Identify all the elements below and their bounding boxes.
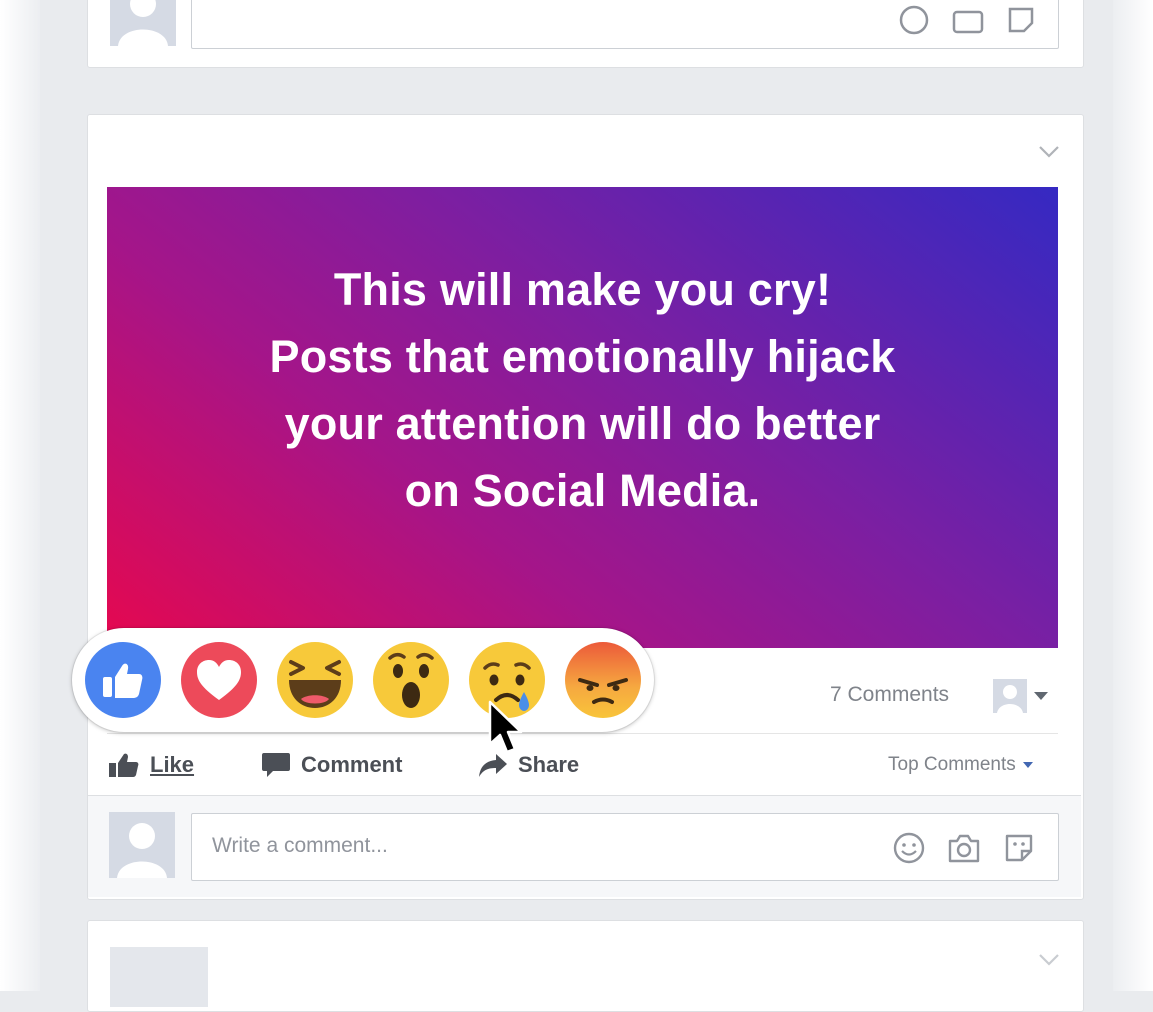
- reaction-wow[interactable]: [373, 642, 449, 718]
- smiley-icon[interactable]: [898, 4, 930, 41]
- laughing-face-icon: [277, 642, 353, 718]
- reactions-bar: [72, 628, 654, 732]
- comment-icon: [262, 753, 290, 777]
- thumbs-up-icon: [109, 753, 139, 777]
- mouse-cursor-icon: [487, 700, 523, 761]
- like-button[interactable]: Like: [108, 751, 194, 779]
- divider: [107, 733, 1058, 734]
- post-options-chevron-icon[interactable]: [1038, 145, 1060, 164]
- avatar: [110, 0, 176, 46]
- surprised-face-icon: [373, 642, 449, 718]
- comment-button[interactable]: Comment: [261, 751, 402, 779]
- reaction-angry[interactable]: [565, 642, 641, 718]
- caret-down-icon[interactable]: [1033, 688, 1049, 706]
- camera-icon[interactable]: [947, 832, 981, 869]
- comments-count[interactable]: 7 Comments: [830, 683, 949, 707]
- sticker-icon[interactable]: [1006, 5, 1036, 40]
- top-comments-filter[interactable]: Top Comments: [888, 754, 1033, 776]
- comment-placeholder: Write a comment...: [212, 834, 388, 857]
- previous-post-card: [87, 0, 1084, 68]
- smiley-icon[interactable]: [892, 831, 926, 870]
- page-right-edge: [1113, 0, 1153, 991]
- post-options-chevron-icon[interactable]: [1038, 953, 1060, 972]
- camera-icon[interactable]: [952, 6, 984, 39]
- comment-label: Comment: [301, 752, 403, 777]
- viewer-avatar[interactable]: [993, 679, 1027, 713]
- top-comments-label: Top Comments: [888, 754, 1016, 775]
- avatar: [110, 947, 208, 1007]
- reaction-haha[interactable]: [277, 642, 353, 718]
- banner-line-1: This will make you cry!: [333, 264, 832, 315]
- comment-input[interactable]: Write a comment...: [191, 813, 1059, 881]
- banner-line-4: on Social Media.: [404, 465, 761, 516]
- banner-line-2: Posts that emotionally hijack: [269, 331, 896, 382]
- reaction-love[interactable]: [181, 642, 257, 718]
- angry-face-icon: [565, 642, 641, 718]
- user-avatar[interactable]: [109, 812, 175, 878]
- sticker-icon[interactable]: [1002, 831, 1036, 870]
- previous-comment-input[interactable]: [191, 0, 1059, 49]
- post-image-banner[interactable]: This will make you cry! Posts that emoti…: [107, 187, 1058, 648]
- banner-line-3: your attention will do better: [284, 398, 881, 449]
- reaction-like[interactable]: [85, 642, 161, 718]
- caret-down-icon: [1022, 762, 1033, 768]
- thumbs-up-icon: [85, 642, 161, 718]
- banner-text: This will make you cry! Posts that emoti…: [270, 256, 896, 524]
- share-label: Share: [518, 752, 580, 777]
- page-left-edge: [0, 0, 40, 991]
- next-post-card: [87, 920, 1084, 1012]
- like-label: Like: [150, 752, 195, 777]
- heart-icon: [181, 642, 257, 718]
